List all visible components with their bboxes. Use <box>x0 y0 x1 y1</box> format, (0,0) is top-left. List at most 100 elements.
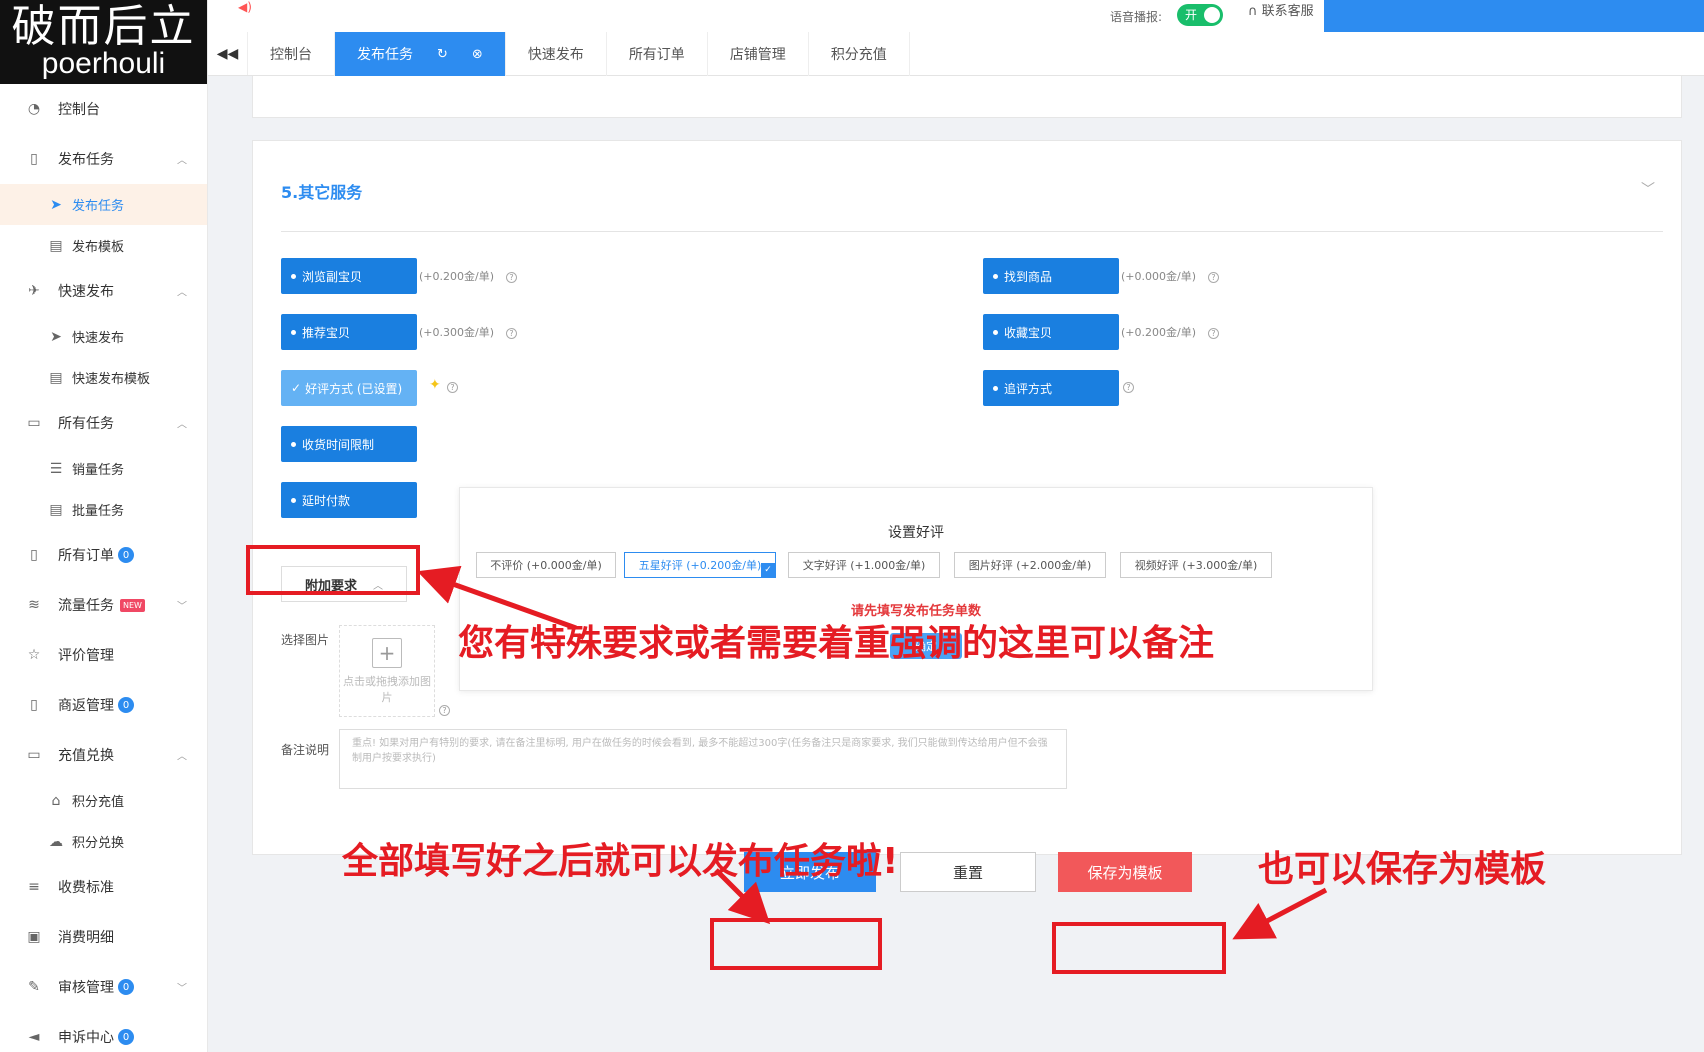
sidebar-item-publish-group[interactable]: ▯ 发布任务 ︿ <box>0 134 207 184</box>
sidebar-item-traffic-tasks[interactable]: ≋ 流量任务 NEW ﹀ <box>0 580 207 630</box>
collapse-icon[interactable]: ◀◀ <box>208 32 248 75</box>
sidebar-item-points-exchange[interactable]: ☁ 积分兑换 <box>0 821 207 862</box>
help-icon[interactable]: ? <box>439 705 450 716</box>
list-icon: ☰ <box>49 460 63 477</box>
help-icon[interactable]: ? <box>506 272 517 283</box>
count-badge: 0 <box>118 697 134 713</box>
sidebar-item-label: 控制台 <box>58 102 100 118</box>
help-icon[interactable]: ? <box>1208 272 1219 283</box>
help-icon[interactable]: ? <box>506 328 517 339</box>
coins-icon: ⌂ <box>51 792 61 809</box>
review-option-text[interactable]: 文字好评 (+1.000金/单) <box>788 552 940 578</box>
divider <box>281 231 1663 232</box>
image-upload[interactable]: + 点击或拖拽添加图片 <box>339 625 435 717</box>
sidebar-item-appeals[interactable]: ◄ 申诉中心 0 <box>0 1012 207 1052</box>
logo-zh: 破而后立 <box>11 1 196 52</box>
followup-help: ? <box>1111 380 1134 393</box>
find-product-button[interactable]: 找到商品 <box>983 258 1119 294</box>
sidebar-item-quick-publish[interactable]: ➤ 快速发布 <box>0 316 207 357</box>
note-label: 备注说明 <box>281 743 330 757</box>
list-icon: ▤ <box>49 501 63 518</box>
sidebar-item-label: 消费明细 <box>58 930 114 946</box>
count-badge: 0 <box>118 547 134 563</box>
tab-label: 快速发布 <box>527 47 584 63</box>
headset-icon: ∩ <box>1248 4 1262 19</box>
sidebar-item-label: 流量任务 <box>58 598 114 614</box>
note-textarea[interactable]: 重点! 如果对用户有特别的要求, 请在备注里标明, 用户在做任务的时候会看到, … <box>339 729 1067 789</box>
support-label: 联系客服 <box>1261 4 1314 19</box>
button-label: 好评方式 (已设置) <box>305 381 403 396</box>
check-icon: ✓ <box>291 381 302 395</box>
sidebar-item-returns[interactable]: ▯ 商返管理 0 <box>0 680 207 730</box>
tab-all-orders[interactable]: 所有订单 <box>607 32 708 76</box>
review-option-five-star[interactable]: 五星好评 (+0.200金/单) <box>624 552 776 578</box>
sidebar-item-recharge[interactable]: ▭ 充值兑换 ︿ <box>0 730 207 780</box>
sidebar-item-label: 收费标准 <box>58 880 114 896</box>
sidebar-item-expenses[interactable]: ▣ 消费明细 <box>0 912 207 962</box>
support-link[interactable]: ∩ 联系客服 <box>1248 0 1314 19</box>
browse-price: (+0.200金/单)? <box>419 268 517 284</box>
browse-product-button[interactable]: 浏览副宝贝 <box>281 258 417 294</box>
sidebar-item-label: 销量任务 <box>72 463 125 478</box>
cloud-icon: ☁ <box>49 833 63 850</box>
sidebar-item-publish-template[interactable]: ▤ 发布模板 <box>0 225 207 266</box>
review-option-none[interactable]: 不评价 (+0.000金/单) <box>476 552 616 578</box>
save-template-button[interactable]: 保存为模板 <box>1058 852 1192 892</box>
sidebar-item-label: 发布任务 <box>58 152 114 168</box>
sidebar-item-dashboard[interactable]: ◔ 控制台 <box>0 84 207 134</box>
traffic-icon: ≋ <box>28 597 40 613</box>
review-option-video[interactable]: 视频好评 (+3.000金/单) <box>1120 552 1272 578</box>
sidebar-item-quick-template[interactable]: ▤ 快速发布模板 <box>0 357 207 398</box>
tab-shop-management[interactable]: 店铺管理 <box>708 32 809 76</box>
close-icon[interactable]: ⊗ <box>472 47 483 62</box>
sidebar-item-sales-tasks[interactable]: ☰ 销量任务 <box>0 448 207 489</box>
sidebar-item-label: 快速发布模板 <box>72 372 151 387</box>
button-label: 收货时间限制 <box>302 437 375 452</box>
voice-label: 语音播报: <box>1110 10 1163 24</box>
sidebar-item-quick-group[interactable]: ✈ 快速发布 ︿ <box>0 266 207 316</box>
annotation-box-save <box>1052 922 1226 974</box>
button-label: 推荐宝贝 <box>302 325 351 340</box>
tab-dashboard[interactable]: 控制台 <box>248 32 335 76</box>
sidebar-item-label: 所有订单 <box>58 548 114 564</box>
chevron-down-icon: ﹀ <box>177 983 187 995</box>
chevron-up-icon: ︿ <box>177 287 187 299</box>
receipt-time-limit-button[interactable]: 收货时间限制 <box>281 426 417 462</box>
sidebar-item-label: 发布任务 <box>72 199 125 214</box>
sidebar-item-all-orders[interactable]: ▯ 所有订单 0 <box>0 530 207 580</box>
review-option-image[interactable]: 图片好评 (+2.000金/单) <box>954 552 1106 578</box>
refresh-icon[interactable]: ↻ <box>437 47 448 62</box>
price-text: (+0.000金/单) <box>1121 270 1196 283</box>
sidebar-item-label: 充值兑换 <box>58 748 114 764</box>
sidebar-item-all-tasks[interactable]: ▭ 所有任务 ︿ <box>0 398 207 448</box>
return-icon: ▯ <box>30 697 38 713</box>
help-icon[interactable]: ? <box>1208 328 1219 339</box>
tab-points-recharge[interactable]: 积分充值 <box>809 32 910 76</box>
tab-quick-publish[interactable]: 快速发布 <box>506 32 607 76</box>
sidebar-item-label: 商返管理 <box>58 698 114 714</box>
price-text: (+0.200金/单) <box>419 270 494 283</box>
list-icon: ▭ <box>27 415 41 431</box>
sidebar-item-publish-task[interactable]: ➤ 发布任务 <box>0 184 207 225</box>
reset-button[interactable]: 重置 <box>900 852 1036 892</box>
help-icon[interactable]: ? <box>1123 382 1134 393</box>
review-method-button[interactable]: ✓ 好评方式 (已设置) <box>281 370 417 406</box>
button-label: 找到商品 <box>1004 269 1053 284</box>
sidebar-item-fees[interactable]: ≡ 收费标准 <box>0 862 207 912</box>
recommend-product-button[interactable]: 推荐宝贝 <box>281 314 417 350</box>
sidebar-item-reviews[interactable]: ☆ 评价管理 <box>0 630 207 680</box>
delayed-payment-button[interactable]: 延时付款 <box>281 482 417 518</box>
user-area[interactable] <box>1324 0 1704 32</box>
chevron-down-icon[interactable]: ﹀ <box>1641 179 1655 199</box>
help-icon[interactable]: ? <box>447 382 458 393</box>
followup-review-button[interactable]: 追评方式 <box>983 370 1119 406</box>
order-icon: ▯ <box>30 547 38 563</box>
sidebar-item-audit[interactable]: ✎ 审核管理 0 ﹀ <box>0 962 207 1012</box>
sidebar-item-points-recharge[interactable]: ⌂ 积分充值 <box>0 780 207 821</box>
sidebar-item-batch-tasks[interactable]: ▤ 批量任务 <box>0 489 207 530</box>
favorite-price: (+0.200金/单)? <box>1121 324 1219 340</box>
favorite-product-button[interactable]: 收藏宝贝 <box>983 314 1119 350</box>
upload-help: ? <box>427 703 450 716</box>
tab-publish-task[interactable]: 发布任务 ↻ ⊗ <box>335 32 506 76</box>
voice-toggle[interactable]: 开 <box>1177 4 1223 26</box>
